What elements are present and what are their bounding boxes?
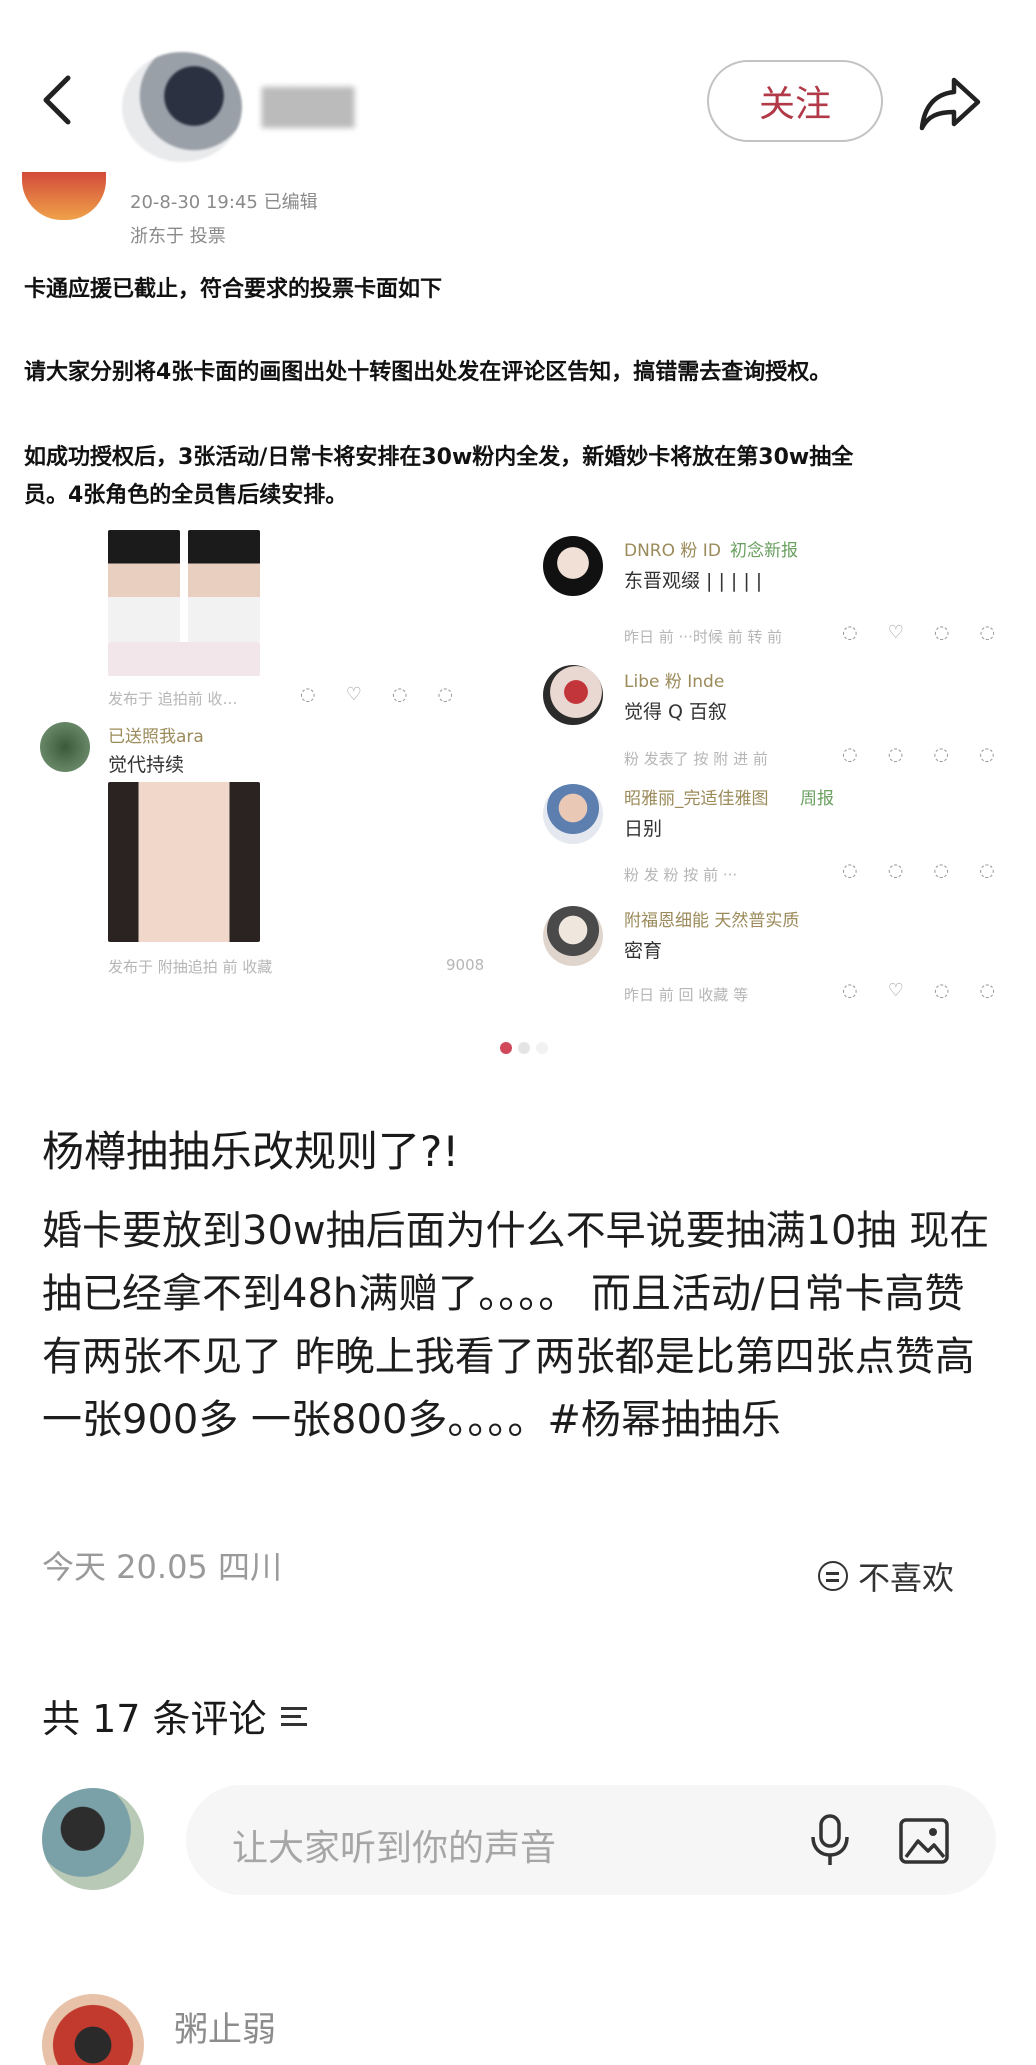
author-avatar[interactable] (122, 52, 242, 162)
carousel-indicator[interactable] (500, 1042, 548, 1054)
embedded-paragraph-2: 请大家分别将4张卡面的画图出处十转图出处发在评论区告知，搞错需去查询授权。 (24, 360, 832, 385)
top-bar: ▇▇▇ 关注 (0, 0, 1036, 190)
comment-text: 东晋观缀 | | | | | (624, 570, 763, 592)
comment-meta: 昨日 前 回 收藏 等 (624, 986, 749, 1004)
dislike-label: 不喜欢 (858, 1559, 955, 1597)
carousel-dot-active[interactable] (500, 1042, 512, 1054)
back-arrow-icon[interactable] (36, 70, 80, 130)
comment-avatar (543, 665, 603, 725)
comment-meta: 昨日 前 ···时候 前 转 前 (624, 628, 783, 646)
follow-button[interactable]: 关注 (707, 60, 883, 142)
left-comment-photo (108, 782, 260, 942)
comment-name: DNRO 粉 ID (624, 541, 721, 561)
comment-avatar (543, 536, 603, 596)
left-action-icons: ◌♡◌◌ (300, 684, 484, 705)
embedded-paragraph-1: 卡通应援已截止，符合要求的投票卡面如下 (24, 277, 443, 302)
comment-action-icons: ◌◌◌◌ (842, 744, 1025, 765)
microphone-icon[interactable] (808, 1813, 852, 1867)
left-meta-2: 发布于 附抽追拍 前 收藏 (108, 958, 273, 976)
comment-name: 附福恩细能 天然普实质 (624, 911, 800, 931)
dislike-button[interactable]: 不喜欢 (818, 1548, 1002, 1604)
left-comment-name: 已送照我ara (108, 727, 204, 747)
comments-count: 共 17 条评论 (42, 1697, 267, 1741)
comment-text: 觉得 Q 百叙 (624, 701, 728, 723)
comment-meta: 粉 发表了 按 附 进 前 (624, 750, 768, 768)
embedded-paragraph-3a: 如成功授权后，3张活动/日常卡将安排在30w粉内全发，新婚妙卡将放在第30w抽全 (24, 445, 854, 470)
embedded-screenshot: 20-8-30 19:45 已编辑 浙东于 投票 卡通应援已截止，符合要求的投票… (0, 170, 1036, 1054)
comment-tag: 初念新报 (730, 541, 798, 561)
left-comment-text: 觉代持续 (108, 754, 185, 776)
comment-meta: 粉 发 粉 按 前 ··· (624, 866, 738, 884)
embedded-paragraph-3b: 员。4张角色的全员售后续安排。 (24, 483, 348, 508)
post-meta: 今天 20.05 四川 (42, 1548, 282, 1586)
comment-avatar (543, 906, 603, 966)
comment-name: 昭雅丽_完适佳雅图 (624, 789, 769, 809)
embedded-photo-caption (108, 642, 260, 676)
sort-icon[interactable] (280, 1705, 311, 1727)
comment-avatar (543, 784, 603, 844)
post-title: 杨樽抽抽乐改规则了?! (42, 1127, 460, 1176)
comment-tag: 周报 (800, 789, 834, 809)
embedded-avatar (22, 172, 106, 220)
comment-name: Libe 粉 Inde (624, 672, 725, 692)
carousel-dot[interactable] (536, 1042, 548, 1054)
comment-text: 密育 (624, 940, 663, 962)
commenter-name[interactable]: 粥止弱 (174, 2002, 276, 2051)
share-icon[interactable] (918, 72, 984, 132)
comment-action-icons: ◌♡◌◌ (842, 622, 1026, 643)
author-name[interactable]: ▇▇▇ (262, 82, 354, 128)
left-comment-avatar (40, 722, 90, 772)
comment-text: 日别 (624, 818, 663, 840)
dislike-icon (818, 1561, 848, 1591)
image-icon[interactable] (898, 1817, 950, 1865)
comment-input-placeholder: 让大家听到你的声音 (232, 1828, 557, 1869)
comment-action-icons: ◌♡◌◌ (842, 980, 1026, 1001)
comment-input[interactable]: 让大家听到你的声音 (186, 1785, 996, 1895)
comment-action-icons: ◌◌◌◌ (842, 860, 1025, 881)
left-meta-1: 发布于 追拍前 收… (108, 690, 238, 708)
current-user-avatar (42, 1788, 144, 1890)
embedded-photo-2 (188, 530, 260, 642)
embedded-meta: 20-8-30 19:45 已编辑 (130, 192, 318, 213)
post-body: 婚卡要放到30w抽后面为什么不早说要抽满10抽 现在抽已经拿不到48h满赠了。。… (42, 1208, 990, 1443)
embedded-meta-sub: 浙东于 投票 (130, 226, 226, 247)
left-count: 9008 (446, 956, 485, 974)
comments-header: 共 17 条评论 (42, 1688, 311, 1743)
embedded-photo-1 (108, 530, 180, 642)
carousel-dot[interactable] (518, 1042, 530, 1054)
commenter-avatar[interactable] (42, 1994, 144, 2065)
